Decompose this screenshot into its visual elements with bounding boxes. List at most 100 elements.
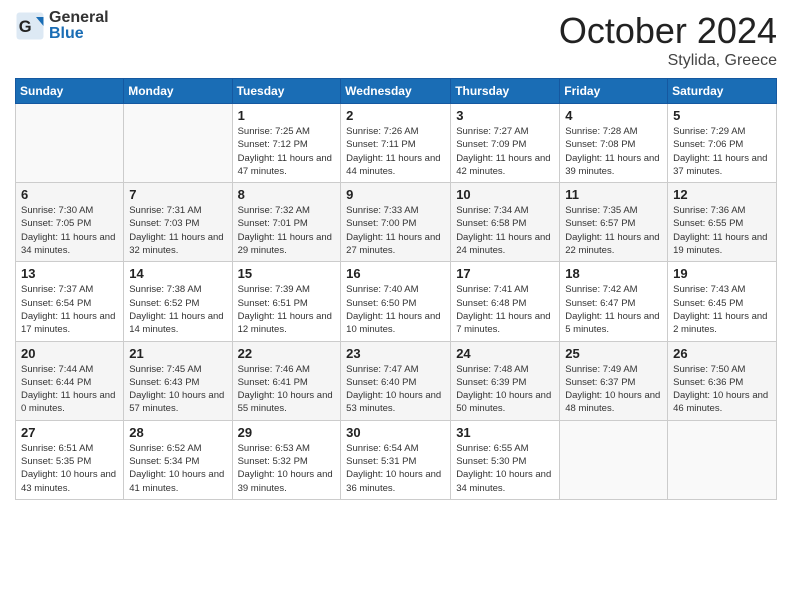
day-number: 22 (238, 346, 336, 361)
day-number: 1 (238, 108, 336, 123)
day-info: Sunrise: 6:54 AM Sunset: 5:31 PM Dayligh… (346, 442, 445, 495)
day-number: 17 (456, 266, 554, 281)
day-info: Sunrise: 7:46 AM Sunset: 6:41 PM Dayligh… (238, 363, 336, 416)
calendar-cell: 18 Sunrise: 7:42 AM Sunset: 6:47 PM Dayli… (560, 262, 668, 341)
calendar-day-header: Thursday (451, 79, 560, 104)
logo-general-text: General (49, 9, 109, 26)
location: Stylida, Greece (559, 52, 777, 70)
day-info: Sunrise: 7:43 AM Sunset: 6:45 PM Dayligh… (673, 283, 771, 336)
calendar-cell: 19 Sunrise: 7:43 AM Sunset: 6:45 PM Dayli… (668, 262, 777, 341)
calendar-table: SundayMondayTuesdayWednesdayThursdayFrid… (15, 78, 777, 500)
logo-icon: G (15, 11, 45, 41)
day-number: 28 (129, 425, 226, 440)
calendar-cell: 25 Sunrise: 7:49 AM Sunset: 6:37 PM Dayli… (560, 341, 668, 420)
calendar-week-row: 13Sunrise: 7:37 AM Sunset: 6:54 PM Dayli… (16, 262, 777, 341)
day-info: Sunrise: 7:25 AM Sunset: 7:12 PM Dayligh… (238, 125, 336, 178)
day-number: 25 (565, 346, 662, 361)
day-info: Sunrise: 7:26 AM Sunset: 7:11 PM Dayligh… (346, 125, 445, 178)
day-info: Sunrise: 7:44 AM Sunset: 6:44 PM Dayligh… (21, 363, 118, 416)
calendar-cell: 21 Sunrise: 7:45 AM Sunset: 6:43 PM Dayli… (124, 341, 232, 420)
calendar-week-row: 1 Sunrise: 7:25 AM Sunset: 7:12 PM Daylig… (16, 104, 777, 183)
day-number: 23 (346, 346, 445, 361)
calendar-cell: 16 Sunrise: 7:40 AM Sunset: 6:50 PM Dayli… (341, 262, 451, 341)
day-info: Sunrise: 7:32 AM Sunset: 7:01 PM Dayligh… (238, 204, 336, 257)
day-info: Sunrise: 7:29 AM Sunset: 7:06 PM Dayligh… (673, 125, 771, 178)
title-section: October 2024 Stylida, Greece (559, 10, 777, 70)
calendar-cell: 31 Sunrise: 6:55 AM Sunset: 5:30 PM Dayli… (451, 420, 560, 499)
day-info: Sunrise: 7:50 AM Sunset: 6:36 PM Dayligh… (673, 363, 771, 416)
page-header: G General Blue October 2024 Stylida, Gre… (15, 10, 777, 70)
logo: G General Blue (15, 10, 109, 42)
day-info: Sunrise: 6:53 AM Sunset: 5:32 PM Dayligh… (238, 442, 336, 495)
day-info: Sunrise: 7:27 AM Sunset: 7:09 PM Dayligh… (456, 125, 554, 178)
calendar-cell: 24Sunrise: 7:48 AM Sunset: 6:39 PM Dayli… (451, 341, 560, 420)
day-info: Sunrise: 7:33 AM Sunset: 7:00 PM Dayligh… (346, 204, 445, 257)
day-info: Sunrise: 7:34 AM Sunset: 6:58 PM Dayligh… (456, 204, 554, 257)
calendar-cell: 30 Sunrise: 6:54 AM Sunset: 5:31 PM Dayli… (341, 420, 451, 499)
month-title: October 2024 (559, 10, 777, 52)
calendar-cell: 27 Sunrise: 6:51 AM Sunset: 5:35 PM Dayli… (16, 420, 124, 499)
calendar-day-header: Friday (560, 79, 668, 104)
calendar-cell: 9Sunrise: 7:33 AM Sunset: 7:00 PM Daylig… (341, 183, 451, 262)
day-number: 29 (238, 425, 336, 440)
calendar-cell: 26 Sunrise: 7:50 AM Sunset: 6:36 PM Dayli… (668, 341, 777, 420)
day-info: Sunrise: 7:39 AM Sunset: 6:51 PM Dayligh… (238, 283, 336, 336)
calendar-day-header: Sunday (16, 79, 124, 104)
day-number: 15 (238, 266, 336, 281)
calendar-cell: 22 Sunrise: 7:46 AM Sunset: 6:41 PM Dayli… (232, 341, 341, 420)
calendar-week-row: 27 Sunrise: 6:51 AM Sunset: 5:35 PM Dayli… (16, 420, 777, 499)
calendar-cell: 3Sunrise: 7:27 AM Sunset: 7:09 PM Daylig… (451, 104, 560, 183)
calendar-day-header: Saturday (668, 79, 777, 104)
day-number: 18 (565, 266, 662, 281)
calendar-cell: 5 Sunrise: 7:29 AM Sunset: 7:06 PM Daylig… (668, 104, 777, 183)
calendar-cell: 29 Sunrise: 6:53 AM Sunset: 5:32 PM Dayli… (232, 420, 341, 499)
day-number: 19 (673, 266, 771, 281)
calendar-cell: 11Sunrise: 7:35 AM Sunset: 6:57 PM Dayli… (560, 183, 668, 262)
calendar-cell: 12 Sunrise: 7:36 AM Sunset: 6:55 PM Dayli… (668, 183, 777, 262)
calendar-cell: 14Sunrise: 7:38 AM Sunset: 6:52 PM Dayli… (124, 262, 232, 341)
day-number: 16 (346, 266, 445, 281)
calendar-cell (668, 420, 777, 499)
day-number: 8 (238, 187, 336, 202)
calendar-cell: 10 Sunrise: 7:34 AM Sunset: 6:58 PM Dayli… (451, 183, 560, 262)
calendar-day-header: Wednesday (341, 79, 451, 104)
day-info: Sunrise: 7:28 AM Sunset: 7:08 PM Dayligh… (565, 125, 662, 178)
day-number: 14 (129, 266, 226, 281)
day-info: Sunrise: 7:42 AM Sunset: 6:47 PM Dayligh… (565, 283, 662, 336)
day-info: Sunrise: 7:36 AM Sunset: 6:55 PM Dayligh… (673, 204, 771, 257)
day-number: 31 (456, 425, 554, 440)
day-info: Sunrise: 7:45 AM Sunset: 6:43 PM Dayligh… (129, 363, 226, 416)
day-number: 5 (673, 108, 771, 123)
calendar-cell: 4Sunrise: 7:28 AM Sunset: 7:08 PM Daylig… (560, 104, 668, 183)
day-info: Sunrise: 7:30 AM Sunset: 7:05 PM Dayligh… (21, 204, 118, 257)
calendar-cell (124, 104, 232, 183)
day-number: 6 (21, 187, 118, 202)
day-number: 11 (565, 187, 662, 202)
day-number: 26 (673, 346, 771, 361)
calendar-week-row: 6 Sunrise: 7:30 AM Sunset: 7:05 PM Daylig… (16, 183, 777, 262)
calendar-cell: 28 Sunrise: 6:52 AM Sunset: 5:34 PM Dayli… (124, 420, 232, 499)
day-info: Sunrise: 7:40 AM Sunset: 6:50 PM Dayligh… (346, 283, 445, 336)
svg-text:G: G (19, 18, 32, 36)
calendar-cell: 6 Sunrise: 7:30 AM Sunset: 7:05 PM Daylig… (16, 183, 124, 262)
logo-blue-text: Blue (49, 25, 84, 42)
day-number: 12 (673, 187, 771, 202)
day-number: 30 (346, 425, 445, 440)
day-number: 27 (21, 425, 118, 440)
day-info: Sunrise: 6:55 AM Sunset: 5:30 PM Dayligh… (456, 442, 554, 495)
calendar-header-row: SundayMondayTuesdayWednesdayThursdayFrid… (16, 79, 777, 104)
calendar-cell: 7Sunrise: 7:31 AM Sunset: 7:03 PM Daylig… (124, 183, 232, 262)
day-info: Sunrise: 7:47 AM Sunset: 6:40 PM Dayligh… (346, 363, 445, 416)
day-info: Sunrise: 6:52 AM Sunset: 5:34 PM Dayligh… (129, 442, 226, 495)
day-number: 10 (456, 187, 554, 202)
calendar-cell (16, 104, 124, 183)
day-number: 2 (346, 108, 445, 123)
calendar-cell: 20 Sunrise: 7:44 AM Sunset: 6:44 PM Dayli… (16, 341, 124, 420)
day-info: Sunrise: 6:51 AM Sunset: 5:35 PM Dayligh… (21, 442, 118, 495)
calendar-cell: 1 Sunrise: 7:25 AM Sunset: 7:12 PM Daylig… (232, 104, 341, 183)
day-info: Sunrise: 7:49 AM Sunset: 6:37 PM Dayligh… (565, 363, 662, 416)
day-info: Sunrise: 7:37 AM Sunset: 6:54 PM Dayligh… (21, 283, 118, 336)
day-number: 20 (21, 346, 118, 361)
day-number: 7 (129, 187, 226, 202)
day-number: 21 (129, 346, 226, 361)
